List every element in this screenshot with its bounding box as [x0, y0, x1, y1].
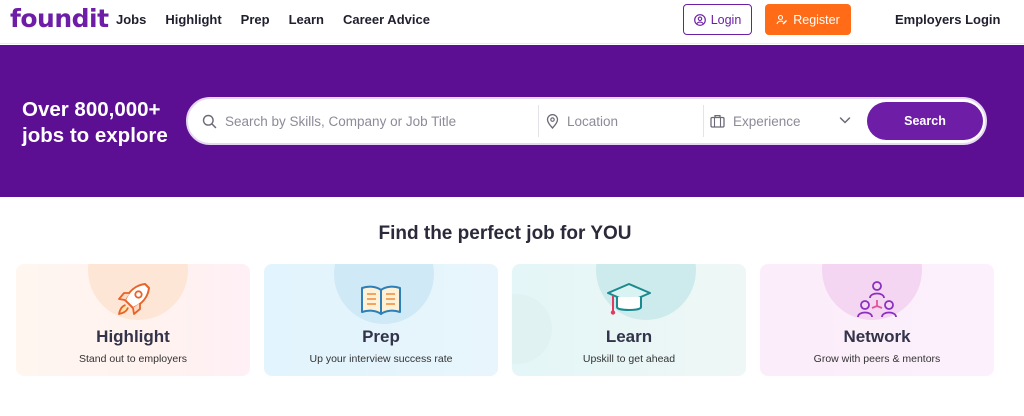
- briefcase-icon: [710, 114, 725, 128]
- register-button[interactable]: Register: [765, 4, 851, 35]
- search-icon: [202, 114, 217, 128]
- card-subtitle: Upskill to get ahead: [582, 353, 676, 365]
- card-network[interactable]: Network Grow with peers & mentors: [760, 264, 994, 376]
- edit-user-icon: [776, 14, 788, 24]
- nav-link-prep[interactable]: Prep: [241, 12, 270, 27]
- user-icon: [693, 13, 706, 26]
- hero-title-line-1: Over 800,000+: [22, 98, 161, 121]
- book-icon: [361, 285, 401, 315]
- card-learn[interactable]: Learn Upskill to get ahead: [512, 264, 746, 376]
- search-divider: [538, 105, 539, 137]
- location-placeholder: Location: [567, 113, 619, 129]
- rocket-icon: [118, 283, 150, 315]
- location-input[interactable]: Location: [546, 99, 702, 143]
- nav-link-highlight[interactable]: Highlight: [165, 12, 221, 27]
- foundit-logo[interactable]: foundit: [10, 4, 109, 33]
- skills-search-input[interactable]: Search by Skills, Company or Job Title: [202, 99, 538, 143]
- login-label: Login: [710, 12, 742, 27]
- login-button[interactable]: Login: [683, 4, 752, 35]
- skills-search-placeholder: Search by Skills, Company or Job Title: [225, 113, 457, 129]
- search-button[interactable]: Search: [867, 102, 983, 140]
- experience-placeholder: Experience: [733, 113, 801, 129]
- employers-login-link[interactable]: Employers Login: [895, 12, 1000, 27]
- register-label: Register: [793, 12, 840, 27]
- search-divider: [703, 105, 704, 137]
- card-subtitle: Up your interview success rate: [309, 353, 453, 365]
- card-title: Prep: [362, 327, 400, 346]
- card-title: Network: [843, 327, 911, 346]
- job-search-bar: Search by Skills, Company or Job Title L…: [186, 97, 987, 145]
- hero-banner: Over 800,000+ jobs to explore Search by …: [0, 45, 1024, 197]
- card-highlight[interactable]: Highlight Stand out to employers: [16, 264, 250, 376]
- main-nav: Jobs Highlight Prep Learn Career Advice: [116, 12, 449, 27]
- card-title: Learn: [605, 327, 653, 346]
- card-title: Highlight: [96, 327, 170, 346]
- graduation-cap-icon: [607, 283, 651, 315]
- location-pin-icon: [546, 113, 559, 129]
- network-icon: [857, 281, 897, 318]
- hero-title-line-2: jobs to explore: [22, 124, 168, 147]
- section-title: Find the perfect job for YOU: [378, 223, 632, 244]
- nav-link-career-advice[interactable]: Career Advice: [343, 12, 430, 27]
- top-navbar: foundit Jobs Highlight Prep Learn Career…: [0, 0, 1024, 44]
- card-subtitle: Grow with peers & mentors: [813, 353, 941, 365]
- chevron-down-icon[interactable]: [838, 113, 852, 127]
- nav-link-learn[interactable]: Learn: [289, 12, 324, 27]
- nav-link-jobs[interactable]: Jobs: [116, 12, 146, 27]
- card-subtitle: Stand out to employers: [79, 353, 187, 365]
- hero-title: Over 800,000+ jobs to explore: [22, 97, 182, 149]
- card-prep[interactable]: Prep Up your interview success rate: [264, 264, 498, 376]
